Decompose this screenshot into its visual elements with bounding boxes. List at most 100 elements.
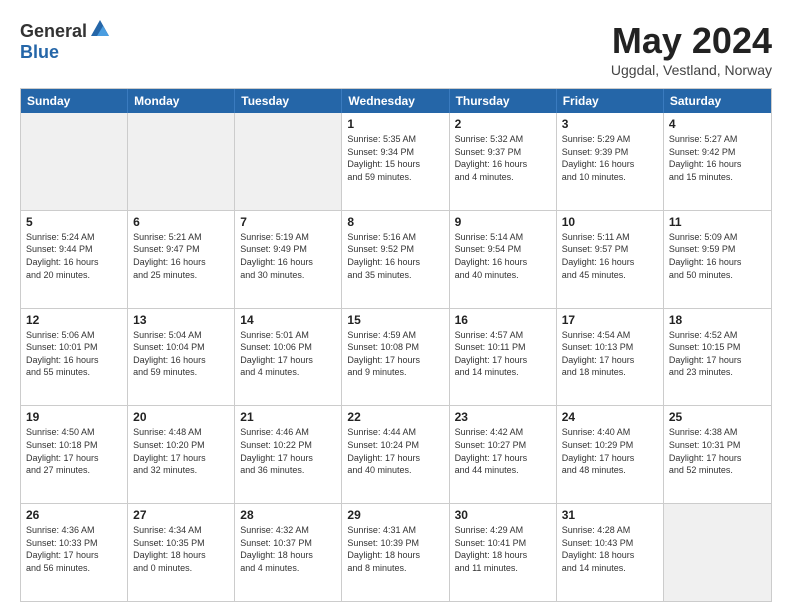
day-number: 2 [455, 117, 551, 131]
calendar-cell-5-2: 27Sunrise: 4:34 AMSunset: 10:35 PMDaylig… [128, 504, 235, 601]
calendar-row-3: 12Sunrise: 5:06 AMSunset: 10:01 PMDaylig… [21, 309, 771, 407]
cell-info: Sunrise: 5:16 AMSunset: 9:52 PMDaylight:… [347, 231, 443, 281]
calendar-cell-2-2: 6 Sunrise: 5:21 AMSunset: 9:47 PMDaylight… [128, 211, 235, 308]
day-number: 20 [133, 410, 229, 424]
cell-info: Sunrise: 4:32 AMSunset: 10:37 PMDaylight… [240, 524, 336, 574]
cell-info: Sunrise: 4:48 AMSunset: 10:20 PMDaylight… [133, 426, 229, 476]
day-header-sunday: Sunday [21, 89, 128, 113]
calendar-cell-4-2: 20 Sunrise: 4:48 AMSunset: 10:20 PMDaylig… [128, 406, 235, 503]
cell-info: Sunrise: 5:11 AMSunset: 9:57 PMDaylight:… [562, 231, 658, 281]
day-number: 6 [133, 215, 229, 229]
calendar-cell-2-3: 7Sunrise: 5:19 AMSunset: 9:49 PMDaylight… [235, 211, 342, 308]
day-number: 31 [562, 508, 658, 522]
calendar-cell-2-6: 10 Sunrise: 5:11 AMSunset: 9:57 PMDayligh… [557, 211, 664, 308]
cell-info: Sunrise: 5:21 AMSunset: 9:47 PMDaylight:… [133, 231, 229, 281]
cell-info: Sunrise: 4:31 AMSunset: 10:39 PMDaylight… [347, 524, 443, 574]
cell-info: Sunrise: 4:57 AMSunset: 10:11 PMDaylight… [455, 329, 551, 379]
calendar-cell-1-6: 3 Sunrise: 5:29 AMSunset: 9:39 PMDaylight… [557, 113, 664, 210]
day-header-saturday: Saturday [664, 89, 771, 113]
day-number: 10 [562, 215, 658, 229]
day-number: 23 [455, 410, 551, 424]
cell-info: Sunrise: 5:29 AMSunset: 9:39 PMDaylight:… [562, 133, 658, 183]
day-number: 24 [562, 410, 658, 424]
calendar-cell-4-3: 21 Sunrise: 4:46 AMSunset: 10:22 PMDaylig… [235, 406, 342, 503]
calendar-cell-3-5: 16 Sunrise: 4:57 AMSunset: 10:11 PMDaylig… [450, 309, 557, 406]
cell-info: Sunrise: 5:04 AMSunset: 10:04 PMDaylight… [133, 329, 229, 379]
day-number: 21 [240, 410, 336, 424]
calendar-cell-1-7: 4 Sunrise: 5:27 AMSunset: 9:42 PMDaylight… [664, 113, 771, 210]
calendar-body: 1 Sunrise: 5:35 AMSunset: 9:34 PMDaylight… [21, 113, 771, 601]
cell-info: Sunrise: 5:09 AMSunset: 9:59 PMDaylight:… [669, 231, 766, 281]
calendar: SundayMondayTuesdayWednesdayThursdayFrid… [20, 88, 772, 602]
header: General Blue May 2024 Uggdal, Vestland, … [20, 20, 772, 78]
calendar-cell-3-7: 18 Sunrise: 4:52 AMSunset: 10:15 PMDaylig… [664, 309, 771, 406]
calendar-row-4: 19 Sunrise: 4:50 AMSunset: 10:18 PMDaylig… [21, 406, 771, 504]
day-number: 4 [669, 117, 766, 131]
calendar-row-1: 1 Sunrise: 5:35 AMSunset: 9:34 PMDaylight… [21, 113, 771, 211]
day-number: 9 [455, 215, 551, 229]
cell-info: Sunrise: 5:32 AMSunset: 9:37 PMDaylight:… [455, 133, 551, 183]
calendar-cell-2-5: 9 Sunrise: 5:14 AMSunset: 9:54 PMDaylight… [450, 211, 557, 308]
day-header-tuesday: Tuesday [235, 89, 342, 113]
calendar-cell-4-1: 19 Sunrise: 4:50 AMSunset: 10:18 PMDaylig… [21, 406, 128, 503]
calendar-cell-3-3: 14 Sunrise: 5:01 AMSunset: 10:06 PMDaylig… [235, 309, 342, 406]
calendar-cell-3-2: 13 Sunrise: 5:04 AMSunset: 10:04 PMDaylig… [128, 309, 235, 406]
calendar-cell-1-2 [128, 113, 235, 210]
cell-info: Sunrise: 5:35 AMSunset: 9:34 PMDaylight:… [347, 133, 443, 183]
calendar-cell-3-6: 17Sunrise: 4:54 AMSunset: 10:13 PMDaylig… [557, 309, 664, 406]
day-number: 18 [669, 313, 766, 327]
calendar-cell-5-3: 28Sunrise: 4:32 AMSunset: 10:37 PMDaylig… [235, 504, 342, 601]
day-number: 16 [455, 313, 551, 327]
calendar-cell-1-1 [21, 113, 128, 210]
day-number: 19 [26, 410, 122, 424]
day-header-thursday: Thursday [450, 89, 557, 113]
cell-info: Sunrise: 5:19 AMSunset: 9:49 PMDaylight:… [240, 231, 336, 281]
calendar-cell-3-1: 12Sunrise: 5:06 AMSunset: 10:01 PMDaylig… [21, 309, 128, 406]
calendar-cell-3-4: 15 Sunrise: 4:59 AMSunset: 10:08 PMDaylig… [342, 309, 449, 406]
day-number: 12 [26, 313, 122, 327]
calendar-cell-5-5: 30 Sunrise: 4:29 AMSunset: 10:41 PMDaylig… [450, 504, 557, 601]
calendar-row-2: 5Sunrise: 5:24 AMSunset: 9:44 PMDaylight… [21, 211, 771, 309]
cell-info: Sunrise: 4:29 AMSunset: 10:41 PMDaylight… [455, 524, 551, 574]
calendar-cell-5-7 [664, 504, 771, 601]
day-header-monday: Monday [128, 89, 235, 113]
day-number: 25 [669, 410, 766, 424]
day-number: 30 [455, 508, 551, 522]
calendar-cell-5-1: 26 Sunrise: 4:36 AMSunset: 10:33 PMDaylig… [21, 504, 128, 601]
calendar-cell-4-6: 24 Sunrise: 4:40 AMSunset: 10:29 PMDaylig… [557, 406, 664, 503]
cell-info: Sunrise: 4:36 AMSunset: 10:33 PMDaylight… [26, 524, 122, 574]
calendar-cell-5-4: 29 Sunrise: 4:31 AMSunset: 10:39 PMDaylig… [342, 504, 449, 601]
calendar-cell-4-4: 22Sunrise: 4:44 AMSunset: 10:24 PMDaylig… [342, 406, 449, 503]
cell-info: Sunrise: 4:50 AMSunset: 10:18 PMDaylight… [26, 426, 122, 476]
cell-info: Sunrise: 4:34 AMSunset: 10:35 PMDaylight… [133, 524, 229, 574]
calendar-cell-4-7: 25 Sunrise: 4:38 AMSunset: 10:31 PMDaylig… [664, 406, 771, 503]
calendar-header: SundayMondayTuesdayWednesdayThursdayFrid… [21, 89, 771, 113]
day-number: 14 [240, 313, 336, 327]
cell-info: Sunrise: 4:52 AMSunset: 10:15 PMDaylight… [669, 329, 766, 379]
cell-info: Sunrise: 4:59 AMSunset: 10:08 PMDaylight… [347, 329, 443, 379]
cell-info: Sunrise: 5:27 AMSunset: 9:42 PMDaylight:… [669, 133, 766, 183]
day-header-friday: Friday [557, 89, 664, 113]
day-number: 29 [347, 508, 443, 522]
day-number: 1 [347, 117, 443, 131]
cell-info: Sunrise: 5:01 AMSunset: 10:06 PMDaylight… [240, 329, 336, 379]
logo: General Blue [20, 20, 111, 63]
day-number: 5 [26, 215, 122, 229]
cell-info: Sunrise: 4:38 AMSunset: 10:31 PMDaylight… [669, 426, 766, 476]
calendar-cell-1-3 [235, 113, 342, 210]
calendar-cell-2-7: 11Sunrise: 5:09 AMSunset: 9:59 PMDayligh… [664, 211, 771, 308]
day-header-wednesday: Wednesday [342, 89, 449, 113]
day-number: 13 [133, 313, 229, 327]
main-title: May 2024 [611, 20, 772, 62]
day-number: 3 [562, 117, 658, 131]
logo-general-text: General [20, 21, 87, 42]
day-number: 15 [347, 313, 443, 327]
cell-info: Sunrise: 4:46 AMSunset: 10:22 PMDaylight… [240, 426, 336, 476]
cell-info: Sunrise: 4:28 AMSunset: 10:43 PMDaylight… [562, 524, 658, 574]
day-number: 26 [26, 508, 122, 522]
cell-info: Sunrise: 5:14 AMSunset: 9:54 PMDaylight:… [455, 231, 551, 281]
subtitle: Uggdal, Vestland, Norway [611, 62, 772, 78]
calendar-cell-5-6: 31 Sunrise: 4:28 AMSunset: 10:43 PMDaylig… [557, 504, 664, 601]
calendar-cell-1-4: 1 Sunrise: 5:35 AMSunset: 9:34 PMDaylight… [342, 113, 449, 210]
cell-info: Sunrise: 4:40 AMSunset: 10:29 PMDaylight… [562, 426, 658, 476]
